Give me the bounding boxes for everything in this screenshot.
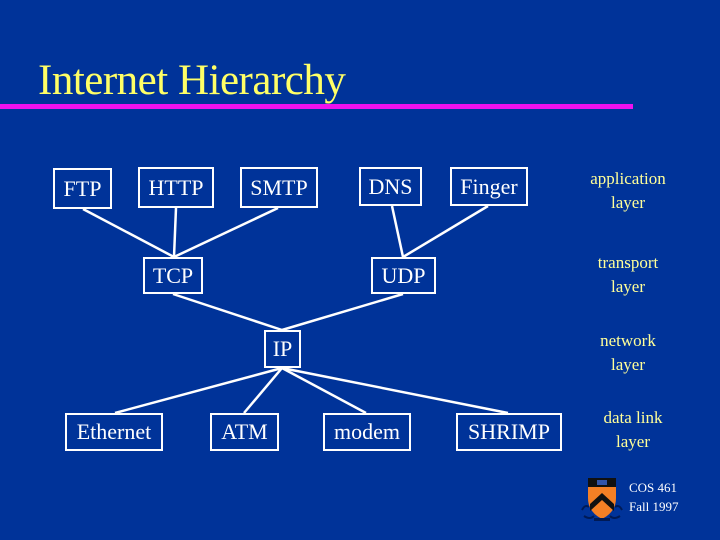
node-ip-label: IP	[272, 336, 293, 361]
layer-label-datalink: data link layer	[578, 406, 688, 454]
node-http-label: HTTP	[148, 174, 204, 200]
layer-label-transport-line2: layer	[611, 277, 645, 296]
node-dns-label: DNS	[368, 173, 413, 199]
layer-label-application-line1: application	[590, 169, 666, 188]
node-ftp-label: FTP	[63, 175, 102, 201]
edge-finger-udp	[402, 204, 489, 259]
course-term: Fall 1997	[629, 499, 679, 514]
node-http: HTTP	[138, 167, 214, 208]
node-udp-label: UDP	[381, 262, 426, 288]
node-tcp: TCP	[143, 257, 203, 294]
layer-label-transport-line1: transport	[597, 253, 659, 272]
node-ftp: FTP	[53, 168, 112, 209]
edge-tcp-ip	[172, 292, 283, 332]
layer-label-application: application layer	[573, 167, 683, 215]
edge-ip-atm	[243, 367, 283, 414]
edge-ip-modem	[281, 366, 367, 415]
node-atm: ATM	[210, 413, 279, 451]
edge-ip-shrimp	[281, 366, 509, 415]
node-smtp: SMTP	[240, 167, 318, 208]
edge-udp-ip	[281, 292, 404, 332]
node-ethernet-label: Ethernet	[76, 419, 152, 444]
princeton-shield-icon	[581, 478, 623, 521]
node-modem: modem	[323, 413, 411, 451]
node-finger: Finger	[450, 167, 528, 206]
edge-ip-ethernet	[114, 366, 283, 415]
layer-label-datalink-line2: layer	[616, 432, 650, 451]
course-info: COS 461 Fall 1997	[629, 478, 678, 516]
node-modem-label: modem	[334, 419, 400, 444]
node-ip: IP	[264, 330, 301, 368]
layer-label-datalink-line1: data link	[603, 408, 663, 427]
node-atm-label: ATM	[221, 419, 268, 444]
layer-label-network: network layer	[573, 329, 683, 377]
course-code: COS 461	[629, 480, 678, 495]
layer-label-transport: transport layer	[573, 251, 683, 299]
node-smtp-label: SMTP	[250, 174, 308, 200]
node-ethernet: Ethernet	[65, 413, 163, 451]
edge-dns-udp	[390, 205, 405, 258]
node-finger-label: Finger	[460, 173, 518, 199]
edge-smtp-tcp	[173, 206, 279, 259]
layer-label-network-line1: network	[600, 331, 656, 350]
node-shrimp: SHRIMP	[456, 413, 562, 451]
layer-label-network-line2: layer	[611, 355, 645, 374]
edge-ftp-tcp	[82, 207, 175, 259]
node-dns: DNS	[359, 167, 422, 206]
layer-label-application-line2: layer	[611, 193, 645, 212]
node-udp: UDP	[371, 257, 436, 294]
node-tcp-label: TCP	[152, 262, 194, 288]
node-shrimp-label: SHRIMP	[468, 419, 550, 444]
edge-http-tcp	[172, 207, 178, 258]
